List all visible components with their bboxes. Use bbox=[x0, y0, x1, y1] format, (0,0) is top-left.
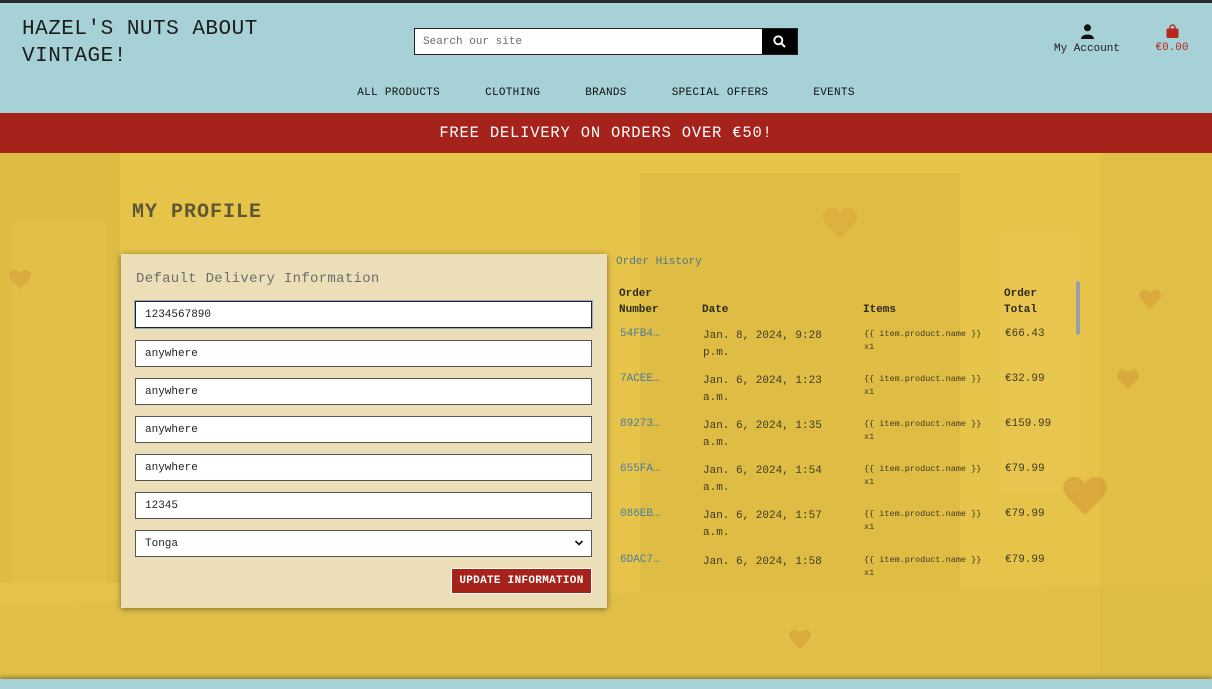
order-date: Jan. 6, 2024, 1:57 a.m. bbox=[703, 508, 843, 542]
nav-events[interactable]: EVENTS bbox=[813, 87, 854, 99]
site-header: HAZEL'S NUTS ABOUT VINTAGE! My Account €… bbox=[0, 3, 1212, 113]
order-number-link[interactable]: 7ACEE… bbox=[620, 373, 664, 385]
order-items: {{ item.product.name }} x1 bbox=[864, 554, 994, 580]
col-date: Date bbox=[702, 304, 729, 316]
street-address-1-field[interactable]: anywhere bbox=[135, 340, 592, 367]
order-date-line1: Jan. 6, 2024, 1:58 bbox=[703, 556, 822, 568]
order-items: {{ item.product.name }} x1 bbox=[864, 463, 994, 489]
site-logo[interactable]: HAZEL'S NUTS ABOUT VINTAGE! bbox=[22, 16, 258, 70]
order-item-qty: x1 bbox=[864, 477, 875, 487]
order-date-line1: Jan. 8, 2024, 9:28 bbox=[703, 330, 822, 342]
user-icon bbox=[1080, 24, 1094, 39]
order-date: Jan. 8, 2024, 9:28 p.m. bbox=[703, 328, 843, 362]
nav-brands[interactable]: BRANDS bbox=[585, 87, 626, 99]
order-items: {{ item.product.name }} x1 bbox=[864, 328, 994, 354]
country-selected-value: Tonga bbox=[145, 537, 179, 550]
order-number-link[interactable]: 6DAC7… bbox=[620, 554, 664, 566]
order-date: Jan. 6, 2024, 1:23 a.m. bbox=[703, 373, 843, 407]
street-address-2-field[interactable]: anywhere bbox=[135, 378, 592, 405]
order-item-name: {{ item.product.name }} bbox=[864, 374, 982, 384]
order-total: €79.99 bbox=[1005, 463, 1045, 475]
order-total: €159.99 bbox=[1005, 418, 1052, 430]
table-row: 89273… Jan. 6, 2024, 1:35 a.m. {{ item.pr… bbox=[616, 418, 1076, 463]
nav-special-offers[interactable]: SPECIAL OFFERS bbox=[672, 87, 769, 99]
order-item-qty: x1 bbox=[864, 342, 875, 352]
table-row: 7ACEE… Jan. 6, 2024, 1:23 a.m. {{ item.pr… bbox=[616, 373, 1076, 418]
order-history-scrollbar[interactable] bbox=[1076, 281, 1080, 335]
order-date-line2: a.m. bbox=[703, 437, 730, 449]
search-form bbox=[414, 28, 798, 55]
col-order-number-line2: Number bbox=[619, 304, 659, 316]
order-item-name: {{ item.product.name }} bbox=[864, 464, 982, 474]
order-number-link[interactable]: 89273… bbox=[620, 418, 664, 430]
order-total: €66.43 bbox=[1005, 328, 1045, 340]
order-date: Jan. 6, 2024, 1:54 a.m. bbox=[703, 463, 843, 497]
col-order-number-line1: Order bbox=[619, 288, 653, 300]
col-order-total-line1: Order bbox=[1004, 288, 1038, 300]
order-date: Jan. 6, 2024, 1:35 a.m. bbox=[703, 418, 843, 452]
order-date-line2: a.m. bbox=[703, 392, 730, 404]
county-field[interactable]: anywhere bbox=[135, 454, 592, 481]
order-history-title: Order History bbox=[616, 256, 702, 268]
order-date-line2: a.m. bbox=[703, 527, 730, 539]
order-item-qty: x1 bbox=[864, 522, 875, 532]
order-total: €32.99 bbox=[1005, 373, 1045, 385]
order-date: Jan. 6, 2024, 1:58 bbox=[703, 554, 843, 571]
delivery-banner: FREE DELIVERY ON ORDERS OVER €50! bbox=[0, 113, 1212, 153]
order-date-line2: a.m. bbox=[703, 482, 730, 494]
town-or-city-field[interactable]: anywhere bbox=[135, 416, 592, 443]
order-date-line2: p.m. bbox=[703, 347, 730, 359]
order-date-line1: Jan. 6, 2024, 1:54 bbox=[703, 465, 822, 477]
order-item-name: {{ item.product.name }} bbox=[864, 419, 982, 429]
page-title: MY PROFILE bbox=[132, 201, 263, 224]
delivery-info-title: Default Delivery Information bbox=[136, 271, 380, 287]
order-number-link[interactable]: 086EB… bbox=[620, 508, 664, 520]
bag-total: €0.00 bbox=[1155, 42, 1189, 54]
table-row: 54FB4… Jan. 8, 2024, 9:28 p.m. {{ item.pr… bbox=[616, 328, 1076, 373]
my-account-label: My Account bbox=[1053, 43, 1120, 55]
shopping-bag-link[interactable]: €0.00 bbox=[1150, 24, 1194, 54]
logo-line-1: HAZEL'S NUTS ABOUT bbox=[22, 18, 258, 41]
order-date-line1: Jan. 6, 2024, 1:57 bbox=[703, 510, 822, 522]
main-nav: ALL PRODUCTS CLOTHING BRANDS SPECIAL OFF… bbox=[0, 87, 1212, 99]
order-item-name: {{ item.product.name }} bbox=[864, 509, 982, 519]
order-total: €79.99 bbox=[1005, 554, 1045, 566]
country-select[interactable]: Tonga bbox=[135, 530, 592, 557]
delivery-info-card: Default Delivery Information 1234567890 … bbox=[121, 254, 607, 608]
order-item-name: {{ item.product.name }} bbox=[864, 329, 982, 339]
profile-page: MY PROFILE Default Delivery Information … bbox=[0, 153, 1212, 679]
order-number-link[interactable]: 655FA… bbox=[620, 463, 664, 475]
order-items: {{ item.product.name }} x1 bbox=[864, 508, 994, 534]
search-button[interactable] bbox=[762, 29, 797, 54]
col-order-total-line2: Total bbox=[1004, 304, 1038, 316]
order-number-link[interactable]: 54FB4… bbox=[620, 328, 664, 340]
order-total: €79.99 bbox=[1005, 508, 1045, 520]
order-date-line1: Jan. 6, 2024, 1:35 bbox=[703, 420, 822, 432]
order-item-qty: x1 bbox=[864, 568, 875, 578]
table-row: 086EB… Jan. 6, 2024, 1:57 a.m. {{ item.pr… bbox=[616, 508, 1076, 553]
table-row: 655FA… Jan. 6, 2024, 1:54 a.m. {{ item.pr… bbox=[616, 463, 1076, 508]
postcode-field[interactable]: 12345 bbox=[135, 492, 592, 519]
nav-all-products[interactable]: ALL PRODUCTS bbox=[357, 87, 440, 99]
order-items: {{ item.product.name }} x1 bbox=[864, 373, 994, 399]
my-account-link[interactable]: My Account bbox=[1048, 24, 1126, 55]
search-icon bbox=[773, 35, 786, 48]
order-item-qty: x1 bbox=[864, 387, 875, 397]
footer-edge bbox=[0, 679, 1212, 689]
logo-line-2: VINTAGE! bbox=[22, 45, 127, 68]
col-items: Items bbox=[863, 304, 897, 316]
update-information-button[interactable]: UPDATE INFORMATION bbox=[451, 568, 592, 594]
order-item-qty: x1 bbox=[864, 432, 875, 442]
shopping-bag-icon bbox=[1166, 24, 1178, 38]
order-date-line1: Jan. 6, 2024, 1:23 bbox=[703, 375, 822, 387]
order-items: {{ item.product.name }} x1 bbox=[864, 418, 994, 444]
search-input[interactable] bbox=[415, 29, 762, 54]
order-item-name: {{ item.product.name }} bbox=[864, 555, 982, 565]
chevron-down-icon bbox=[574, 540, 584, 546]
col-order-number: Order Number bbox=[619, 286, 659, 318]
col-order-total: Order Total bbox=[1004, 286, 1037, 318]
nav-clothing[interactable]: CLOTHING bbox=[485, 87, 540, 99]
phone-number-field[interactable]: 1234567890 bbox=[135, 301, 592, 328]
table-row: 6DAC7… Jan. 6, 2024, 1:58 {{ item.produc… bbox=[616, 554, 1076, 599]
